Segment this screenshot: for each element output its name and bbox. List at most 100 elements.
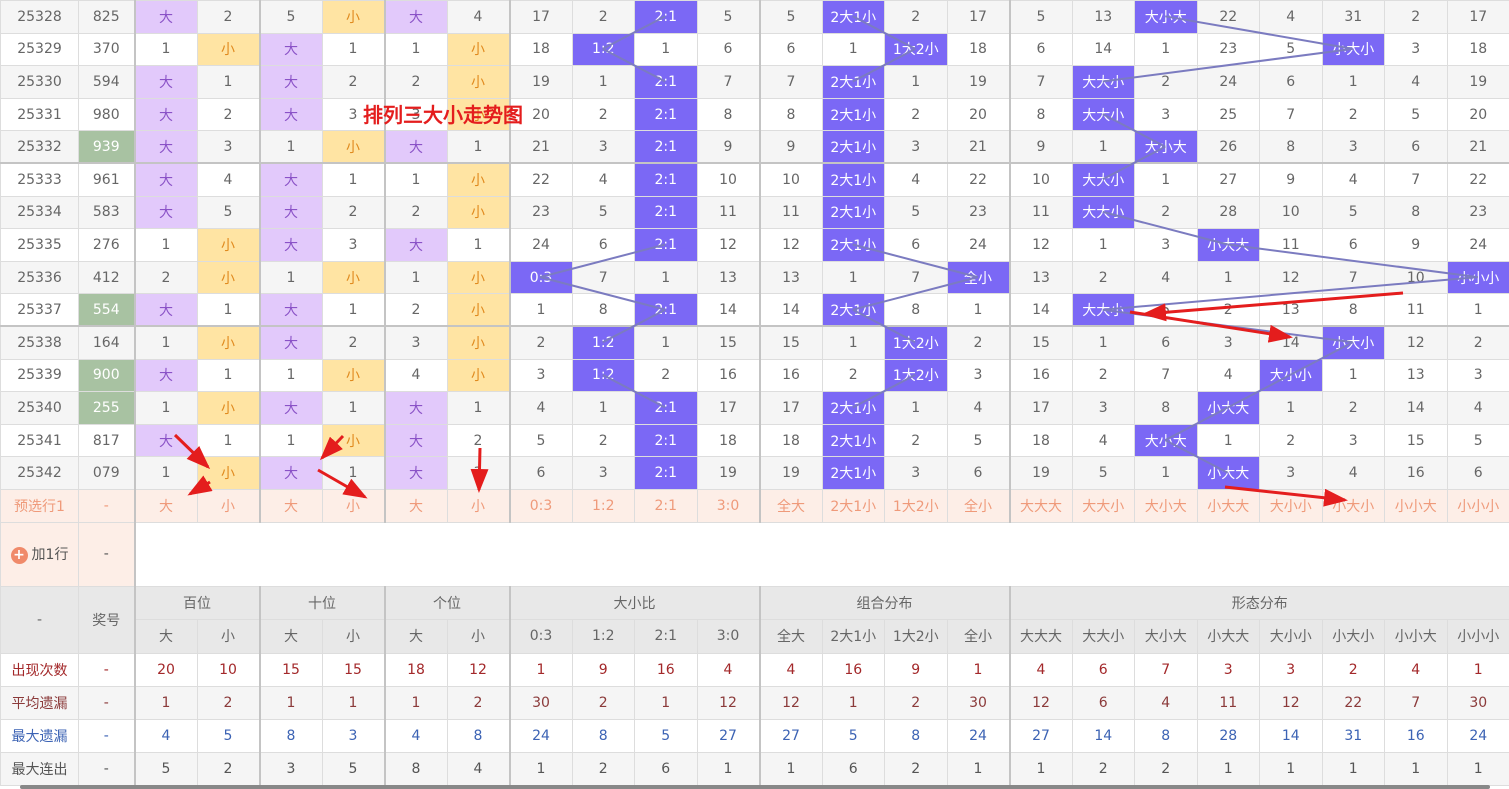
stats-value: 30 xyxy=(1446,685,1509,720)
trend-cell: 19 xyxy=(758,456,823,490)
trend-cell: 11 xyxy=(696,195,760,230)
preselect-option[interactable]: 3:0 xyxy=(696,488,760,523)
trend-cell: 6 xyxy=(884,228,948,262)
trend-cell: 13 xyxy=(758,260,823,295)
trend-cell: 大 xyxy=(258,162,323,197)
preselect-option[interactable]: 小 xyxy=(321,488,385,523)
stats-value: 12 xyxy=(446,652,510,687)
trend-cell: 大 xyxy=(258,195,323,230)
trend-cell: 7 xyxy=(1321,260,1385,295)
preselect-option[interactable]: 小 xyxy=(196,488,260,523)
trend-cell: 4 xyxy=(1071,423,1135,458)
issue-cell: 25341 xyxy=(0,423,79,458)
trend-cell: 1 xyxy=(1134,456,1198,490)
preselect-row: 预选行1- 大小大小大小 0:3 1:2 2:1 3:0 全大 2大1小 1大2小 全小 大大大 大大… xyxy=(0,488,1509,523)
preselect-option[interactable]: 小小大 xyxy=(1384,488,1448,523)
trend-cell: 10 xyxy=(758,162,823,197)
trend-cell: 1大2小 xyxy=(884,325,948,360)
header-sub: 小大小 xyxy=(1321,619,1385,654)
header-sub: 小 xyxy=(446,619,510,654)
trend-cell: 小小小 xyxy=(1446,260,1509,295)
trend-cell: 1 xyxy=(884,391,948,425)
preselect-label: 预选行1 xyxy=(0,488,79,523)
table-row: 25336 412 2 小 1 小 1 小 0:3 7 1 13 13 1 7 全小 13 2 4 1 12 7 10 小小小 xyxy=(0,260,1509,295)
trend-cell: 8 xyxy=(1384,195,1448,230)
trend-cell: 1大2小 xyxy=(884,32,948,67)
preselect-option[interactable]: 1大2小 xyxy=(884,488,948,523)
trend-cell: 11 xyxy=(758,195,823,230)
preselect-option[interactable]: 大 xyxy=(258,488,323,523)
trend-cell: 1 xyxy=(821,260,885,295)
header-corner: - xyxy=(0,585,79,654)
add-row-button[interactable]: + 加1行 xyxy=(0,521,79,587)
stats-value: 16 xyxy=(634,652,698,687)
preselect-option[interactable]: 小小小 xyxy=(1446,488,1509,523)
preselect-option[interactable]: 大大小 xyxy=(1071,488,1135,523)
trend-cell: 18 xyxy=(758,423,823,458)
horizontal-scrollbar[interactable] xyxy=(20,785,1490,789)
trend-cell: 1 xyxy=(946,293,1010,327)
preselect-option[interactable]: 2大1小 xyxy=(821,488,885,523)
trend-cell: 大大小 xyxy=(1071,162,1135,197)
preselect-option[interactable]: 全大 xyxy=(758,488,823,523)
header-sub: 全小 xyxy=(946,619,1010,654)
trend-cell: 2 xyxy=(1134,195,1198,230)
trend-cell: 1 xyxy=(133,456,198,490)
trend-cell: 5 xyxy=(196,195,260,230)
header-sub: 大 xyxy=(258,619,323,654)
stats-value: 5 xyxy=(634,718,698,753)
trend-cell: 小大小 xyxy=(1321,325,1385,360)
number-cell: 594 xyxy=(78,65,135,99)
trend-cell: 7 xyxy=(571,260,635,295)
trend-cell: 小 xyxy=(446,65,510,99)
trend-cell: 小大大 xyxy=(1196,391,1260,425)
stats-row: 最大遗漏 -4 5 8 3 4 8 24 8 5 27 27 5 8 24 27 14 8 28 14 31 16 24 xyxy=(0,718,1509,753)
preselect-option[interactable]: 0:3 xyxy=(508,488,573,523)
number-cell: 817 xyxy=(78,423,135,458)
trend-cell: 大 xyxy=(383,130,448,164)
trend-cell: 3 xyxy=(321,228,385,262)
preselect-option[interactable]: 小 xyxy=(446,488,510,523)
stats-value: 1 xyxy=(383,685,448,720)
preselect-option[interactable]: 小大大 xyxy=(1196,488,1260,523)
number-cell: 825 xyxy=(78,0,135,34)
preselect-option[interactable]: 大小大 xyxy=(1134,488,1198,523)
trend-cell: 大大小 xyxy=(1071,97,1135,132)
stats-value: 1 xyxy=(1008,751,1073,786)
header-group: 组合分布 xyxy=(758,585,1010,620)
preselect-option[interactable]: 大 xyxy=(383,488,448,523)
trend-cell: 13 xyxy=(1384,358,1448,393)
issue-cell: 25338 xyxy=(0,325,79,360)
trend-cell: 2 xyxy=(1259,423,1323,458)
stats-value: 1 xyxy=(1321,751,1385,786)
preselect-option[interactable]: 大 xyxy=(133,488,198,523)
trend-cell: 1 xyxy=(1446,293,1509,327)
stats-value: 4 xyxy=(1008,652,1073,687)
preselect-option[interactable]: 小大小 xyxy=(1321,488,1385,523)
stats-value: 2 xyxy=(571,685,635,720)
stats-value: 1 xyxy=(321,685,385,720)
trend-cell: 大大小 xyxy=(1071,65,1135,99)
trend-cell: 24 xyxy=(1446,228,1509,262)
trend-cell: 23 xyxy=(1446,195,1509,230)
preselect-option[interactable]: 大大大 xyxy=(1008,488,1073,523)
trend-cell: 15 xyxy=(1384,423,1448,458)
stats-value: 4 xyxy=(133,718,198,753)
trend-cell: 大 xyxy=(133,65,198,99)
trend-cell: 2 xyxy=(321,65,385,99)
preselect-option[interactable]: 大小小 xyxy=(1259,488,1323,523)
trend-cell: 2:1 xyxy=(634,195,698,230)
header-sub: 小 xyxy=(196,619,260,654)
issue-cell: 25333 xyxy=(0,162,79,197)
trend-cell: 23 xyxy=(1196,32,1260,67)
preselect-option[interactable]: 全小 xyxy=(946,488,1010,523)
number-cell: 583 xyxy=(78,195,135,230)
preselect-option[interactable]: 1:2 xyxy=(571,488,635,523)
trend-cell: 小大小 xyxy=(1321,32,1385,67)
preselect-number: - xyxy=(78,488,135,523)
trend-cell: 1 xyxy=(321,162,385,197)
trend-cell: 24 xyxy=(946,228,1010,262)
preselect-option[interactable]: 2:1 xyxy=(634,488,698,523)
stats-value: 2 xyxy=(1071,751,1135,786)
stats-value: 2 xyxy=(1134,751,1198,786)
